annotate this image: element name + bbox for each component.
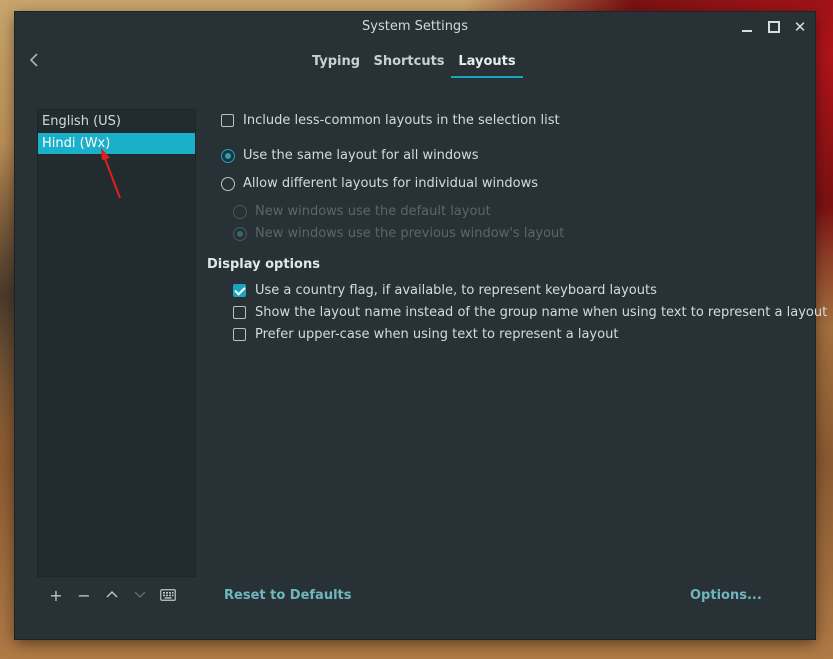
- maximize-icon: [768, 21, 780, 33]
- include-less-common-label: Include less-common layouts in the selec…: [243, 113, 560, 128]
- chevron-up-icon: [106, 591, 118, 598]
- maximize-button[interactable]: [763, 16, 785, 38]
- back-button[interactable]: [29, 52, 45, 72]
- minimize-icon: [742, 30, 752, 32]
- tab-typing[interactable]: Typing: [305, 52, 367, 78]
- tab-layouts[interactable]: Layouts: [451, 52, 523, 78]
- add-layout-button[interactable]: +: [47, 587, 65, 605]
- country-flag-label: Use a country flag, if available, to rep…: [255, 283, 657, 298]
- display-options-heading: Display options: [207, 257, 320, 272]
- include-less-common-checkbox[interactable]: [221, 114, 234, 127]
- tab-shortcuts[interactable]: Shortcuts: [371, 52, 447, 78]
- chevron-left-icon: [29, 53, 38, 67]
- layout-name-label: Show the layout name instead of the grou…: [255, 305, 828, 320]
- new-previous-label: New windows use the previous window's la…: [255, 226, 565, 241]
- settings-window: System Settings ✕ Typing Shortcuts Layou…: [15, 12, 827, 639]
- close-button[interactable]: ✕: [789, 16, 811, 38]
- move-up-button[interactable]: [103, 587, 121, 605]
- chevron-down-icon: [134, 591, 146, 598]
- new-default-label: New windows use the default layout: [255, 204, 491, 219]
- same-layout-radio[interactable]: [221, 149, 235, 163]
- annotation-arrow: [101, 148, 121, 199]
- upper-case-checkbox[interactable]: [233, 328, 246, 341]
- different-layouts-label: Allow different layouts for individual w…: [243, 176, 538, 191]
- options-button[interactable]: Options...: [690, 588, 762, 603]
- different-layouts-radio[interactable]: [221, 177, 235, 191]
- reset-to-defaults-button[interactable]: Reset to Defaults: [224, 588, 352, 603]
- layout-name-checkbox[interactable]: [233, 306, 246, 319]
- close-icon: ✕: [793, 18, 807, 36]
- title-bar[interactable]: System Settings ✕: [15, 12, 815, 42]
- new-previous-radio: [233, 227, 247, 241]
- upper-case-label: Prefer upper-case when using text to rep…: [255, 327, 619, 342]
- remove-layout-button[interactable]: −: [75, 587, 93, 605]
- plus-icon: +: [49, 586, 63, 605]
- new-default-radio: [233, 205, 247, 219]
- keyboard-icon: [160, 589, 176, 601]
- layout-item-english-us[interactable]: English (US): [38, 111, 195, 132]
- same-layout-label: Use the same layout for all windows: [243, 148, 479, 163]
- window-title: System Settings: [362, 19, 468, 34]
- keyboard-preview-button[interactable]: [159, 587, 177, 605]
- minus-icon: −: [77, 586, 91, 605]
- minimize-button[interactable]: [736, 16, 758, 38]
- move-down-button[interactable]: [131, 587, 149, 605]
- country-flag-checkbox[interactable]: [233, 284, 246, 297]
